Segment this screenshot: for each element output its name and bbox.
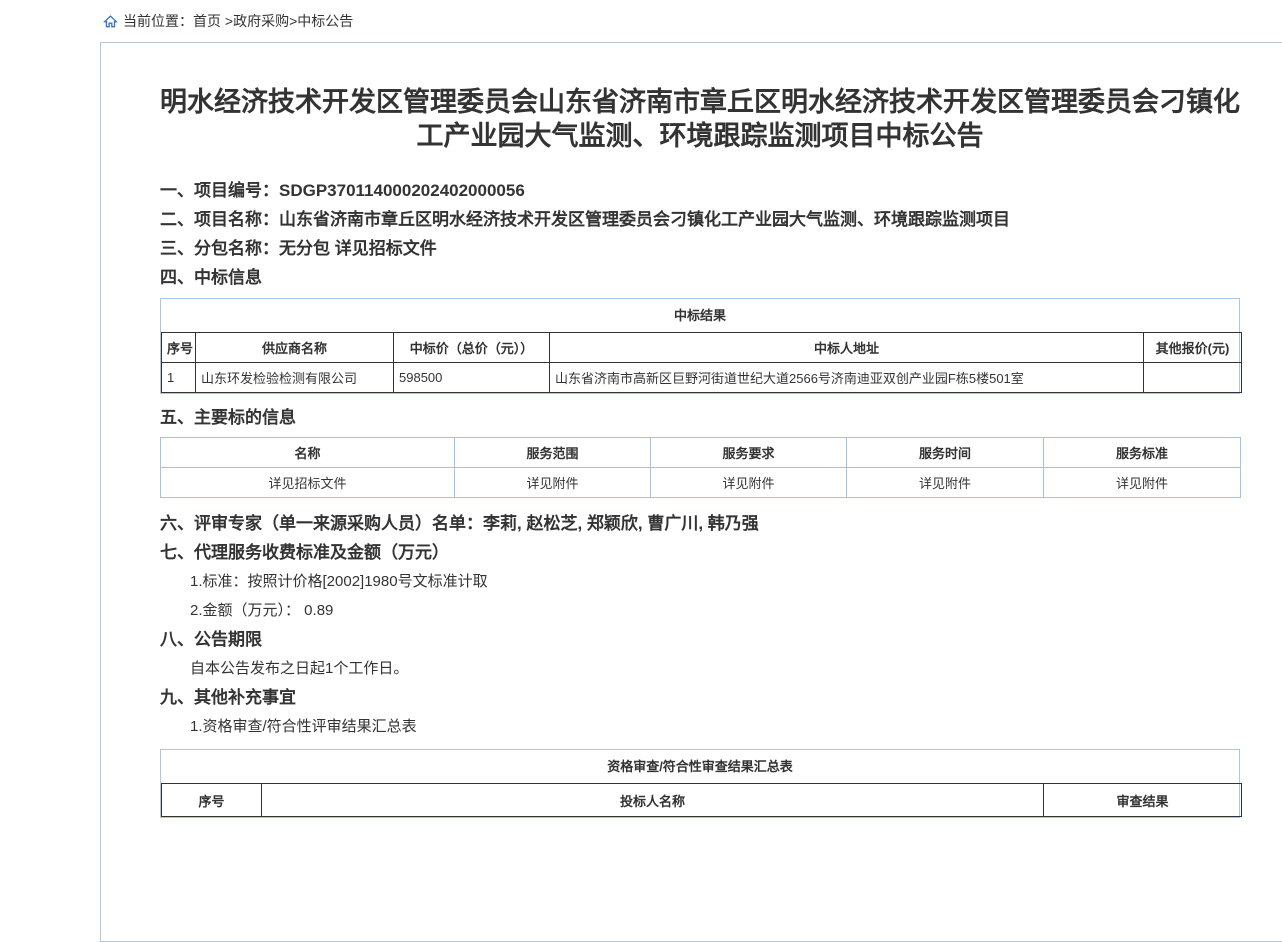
breadcrumb: 当前位置： 首页 > 政府采购 > 中标公告 [103,11,353,31]
cell-price: 598500 [394,363,550,393]
column-header: 序号 [162,333,196,363]
column-header: 服务范围 [455,438,651,468]
agency-fee-standard: 1.标准：按照计价格[2002]1980号文标准计取 [190,572,1240,592]
award-table-frame: 中标结果 序号 供应商名称 中标价（总价（元）） 中标人地址 其他报价(元) 1… [160,298,1240,394]
cell-time: 详见附件 [847,468,1044,498]
column-header: 服务时间 [847,438,1044,468]
agency-fee-amount: 2.金额（万元）： 0.89 [190,601,1240,621]
breadcrumb-link-category[interactable]: 政府采购 [233,11,289,31]
subject-table-header-row: 名称 服务范围 服务要求 服务时间 服务标准 [161,438,1241,468]
cell-other-price [1144,363,1242,393]
column-header: 其他报价(元) [1144,333,1242,363]
project-number-value: SDGP370114000202402000056 [279,181,525,200]
breadcrumb-separator: > [289,13,297,29]
section-label: 三、分包名称： [160,239,279,258]
page-title: 明水经济技术开发区管理委员会山东省济南市章丘区明水经济技术开发区管理委员会刁镇化… [160,85,1240,153]
announcement-content: 明水经济技术开发区管理委员会山东省济南市章丘区明水经济技术开发区管理委员会刁镇化… [160,85,1240,818]
breadcrumb-link-current[interactable]: 中标公告 [297,11,353,31]
column-header: 中标价（总价（元）） [394,333,550,363]
other-matters-text: 1.资格审查/符合性评审结果汇总表 [190,717,1240,737]
cell-seq: 1 [162,363,196,393]
section-agency-fee: 七、代理服务收费标准及金额（万元） [160,543,1240,563]
home-icon[interactable] [103,14,118,29]
experts-value: 李莉, 赵松芝, 郑颖欣, 曹广川, 韩乃强 [483,514,759,533]
cell-address: 山东省济南市高新区巨野河街道世纪大道2566号济南迪亚双创产业园F栋5楼501室 [550,363,1144,393]
section-subject-info: 五、主要标的信息 [160,408,1240,428]
section-label: 一、项目编号： [160,181,279,200]
cell-name: 详见招标文件 [161,468,455,498]
review-table-header-row: 序号 投标人名称 审查结果 [162,784,1242,817]
column-header: 服务要求 [651,438,847,468]
column-header: 供应商名称 [196,333,394,363]
award-table-row: 1 山东环发检验检测有限公司 598500 山东省济南市高新区巨野河街道世纪大道… [162,363,1242,393]
section-experts: 六、评审专家（单一来源采购人员）名单：李莉, 赵松芝, 郑颖欣, 曹广川, 韩乃… [160,514,1240,534]
breadcrumb-separator: > [221,13,233,29]
breadcrumb-link-home[interactable]: 首页 [193,11,221,31]
column-header: 审查结果 [1044,784,1242,817]
column-header: 序号 [162,784,262,817]
column-header: 服务标准 [1044,438,1241,468]
section-other-matters: 九、其他补充事宜 [160,688,1240,708]
award-table-caption: 中标结果 [161,299,1239,332]
cell-requirement: 详见附件 [651,468,847,498]
column-header: 名称 [161,438,455,468]
review-table-frame: 资格审查/符合性审查结果汇总表 序号 投标人名称 审查结果 [160,749,1240,818]
announcement-period-text: 自本公告发布之日起1个工作日。 [190,659,1240,679]
announcement-panel: 明水经济技术开发区管理委员会山东省济南市章丘区明水经济技术开发区管理委员会刁镇化… [100,42,1282,942]
section-announcement-period: 八、公告期限 [160,630,1240,650]
award-table-header-row: 序号 供应商名称 中标价（总价（元）） 中标人地址 其他报价(元) [162,333,1242,363]
cell-standard: 详见附件 [1044,468,1241,498]
section-label: 六、评审专家（单一来源采购人员）名单： [160,514,483,533]
column-header: 投标人名称 [262,784,1044,817]
project-name-value: 山东省济南市章丘区明水经济技术开发区管理委员会刁镇化工产业园大气监测、环境跟踪监… [279,210,1010,229]
section-project-name: 二、项目名称：山东省济南市章丘区明水经济技术开发区管理委员会刁镇化工产业园大气监… [160,210,1240,230]
subject-table-row: 详见招标文件 详见附件 详见附件 详见附件 详见附件 [161,468,1241,498]
section-project-number: 一、项目编号：SDGP370114000202402000056 [160,181,1240,201]
review-table: 序号 投标人名称 审查结果 [161,783,1242,817]
column-header: 中标人地址 [550,333,1144,363]
review-table-caption: 资格审查/符合性审查结果汇总表 [161,750,1239,783]
subject-table: 名称 服务范围 服务要求 服务时间 服务标准 详见招标文件 详见附件 详见附件 … [160,437,1241,498]
award-table: 序号 供应商名称 中标价（总价（元）） 中标人地址 其他报价(元) 1 山东环发… [161,332,1242,393]
section-award-info: 四、中标信息 [160,268,1240,288]
section-label: 二、项目名称： [160,210,279,229]
cell-supplier: 山东环发检验检测有限公司 [196,363,394,393]
section-subpackage-name: 三、分包名称：无分包 详见招标文件 [160,239,1240,259]
cell-scope: 详见附件 [455,468,651,498]
subpackage-value: 无分包 详见招标文件 [279,239,437,258]
breadcrumb-label: 当前位置： [123,11,193,31]
